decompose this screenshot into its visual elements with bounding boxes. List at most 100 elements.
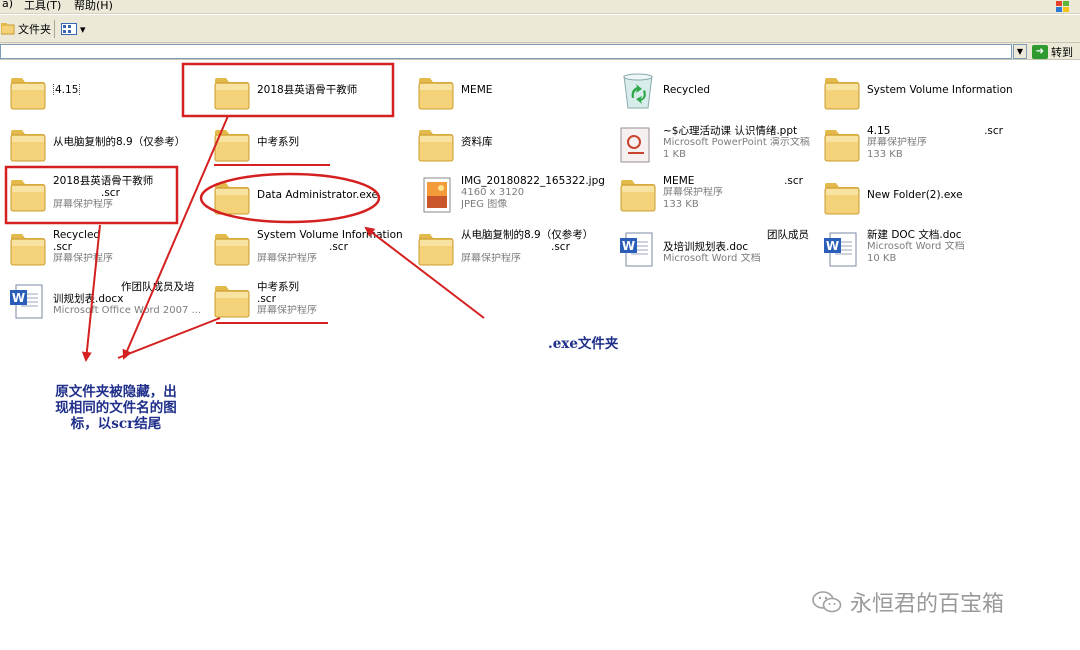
file-item-scr-zhongkao[interactable]: 中考系列 .scr 屏幕保护程序 [212,278,412,326]
file-type: JPEG 图像 [461,199,508,210]
folder-tree-icon [1,23,15,35]
file-name: 从电脑复制的8.9（仅参考） [53,136,186,148]
file-type: 屏幕保护程序 [663,187,723,198]
folder-icon [822,179,862,217]
file-name-continued: 及培训规划表.doc [663,241,749,253]
watermark-text: 永恒君的百宝箱 [850,592,1005,617]
word-doc-icon [822,230,862,268]
file-name: MEME [461,84,493,96]
hidden-note-line: 现相同的文件名的图 [55,400,177,416]
address-input[interactable] [0,44,1012,59]
folder-icon [822,126,862,164]
file-item-folder-copied[interactable]: 从电脑复制的8.9（仅参考） [8,122,208,170]
file-size: 133 KB [867,149,903,160]
file-item-doc-new[interactable]: 新建 DOC 文档.doc Microsoft Word 文档 10 KB [822,226,1022,274]
file-name: 从电脑复制的8.9（仅参考） [461,229,594,241]
menu-item-view[interactable]: a) [2,0,13,10]
folder-icon [8,230,48,268]
file-item-doc-team[interactable]: 团队成员 及培训规划表.doc Microsoft Word 文档 [618,226,818,274]
file-item-scr-copied[interactable]: 从电脑复制的8.9（仅参考） .scr 屏幕保护程序 [416,226,616,274]
view-grid-icon [61,23,77,35]
jpeg-image-icon [423,177,451,213]
file-type: 屏幕保护程序 [461,253,521,264]
folders-label: 文件夹 [18,23,51,36]
folder-icon [212,230,252,268]
file-item-scr-system-volume[interactable]: System Volume Information .scr 屏幕保护程序 [212,226,412,274]
file-item-scr-2018[interactable]: 2018县英语骨干教师 .scr 屏幕保护程序 [8,172,208,220]
file-item-folder-meme[interactable]: MEME [416,70,616,118]
file-name: 作团队成员及培 [121,281,195,293]
file-item-ppt[interactable]: ~$心理活动课 认识情绪.ppt Microsoft PowerPoint 演示… [618,122,818,170]
file-item-docx-team[interactable]: 作团队成员及培 训规划表.docx Microsoft Office Word … [8,278,208,326]
file-name: Data Administrator.exe [257,189,378,201]
file-item-folder-2018[interactable]: 2018县英语骨干教师 [212,70,412,118]
file-type: 屏幕保护程序 [257,305,317,316]
go-label: 转到 [1051,45,1073,59]
toolbar-divider [54,20,55,38]
file-extension: .scr [101,187,120,199]
file-item-scr-recycled[interactable]: Recycled .scr 屏幕保护程序 [8,226,208,274]
file-name: 4.15 [53,84,81,96]
file-item-folder-zhongkao[interactable]: 中考系列 [212,122,412,170]
file-type: 屏幕保护程序 [53,199,113,210]
file-extension: .scr [329,241,348,253]
file-name: System Volume Information [867,84,1013,96]
file-type: Microsoft Office Word 2007 ... [53,305,202,316]
file-name: 中考系列 [257,136,299,148]
windows-logo-icon [1056,1,1069,12]
file-type: 屏幕保护程序 [257,253,317,264]
menu-item-help[interactable]: 帮助(H) [74,0,113,13]
chevron-down-icon: ▼ [1016,47,1024,56]
menu-bar: a) 工具(T) 帮助(H) [0,0,1080,14]
file-name: 新建 DOC 文档.doc [867,229,962,241]
go-arrow-icon: ➜ [1032,44,1048,59]
file-name: System Volume Information [257,229,403,241]
folder-icon [618,176,658,214]
menu-item-tools[interactable]: 工具(T) [24,0,61,13]
file-name: New Folder(2).exe [867,189,963,201]
recycle-bin-icon [623,73,653,109]
views-button[interactable]: ▾ [58,19,89,39]
address-bar: ▼ ➜ 转到 [0,43,1080,60]
file-name: 资料库 [461,136,493,148]
file-name: IMG_20180822_165322.jpg [461,175,605,187]
address-dropdown-button[interactable]: ▼ [1013,44,1027,59]
file-item-folder-ziliaoku[interactable]: 资料库 [416,122,616,170]
folder-icon [212,126,252,164]
wechat-icon [812,591,842,613]
file-extension: .scr [784,175,803,187]
file-item-exe-data-administrator[interactable]: Data Administrator.exe [212,175,412,223]
folder-icon [416,230,456,268]
file-name-continued: 训规划表.docx [53,293,124,305]
hidden-folder-note: 原文件夹被隐藏，出 现相同的文件名的图 标，以scr结尾 [36,384,196,432]
file-item-folder-4-15[interactable]: 4.15 [8,70,208,118]
file-item-scr-4-15[interactable]: 4.15 .scr 屏幕保护程序 133 KB [822,122,1022,170]
file-type: 屏幕保护程序 [53,253,113,264]
file-size: 10 KB [867,253,897,264]
file-type: Microsoft Word 文档 [867,241,965,252]
folder-icon [212,74,252,112]
file-item-recycle-bin[interactable]: Recycled [618,68,818,116]
ppt-icon [620,127,650,163]
file-item-folder-system-volume[interactable]: System Volume Information [822,70,1062,118]
folder-icon [8,176,48,214]
file-name: Recycled [53,229,101,241]
folders-button[interactable]: 文件夹 [0,19,54,39]
go-button[interactable]: ➜ 转到 [1032,44,1073,59]
file-type: Microsoft PowerPoint 演示文稿 [663,137,810,148]
toolbar: 文件夹 ▾ [0,15,1080,43]
file-extension: .scr [984,125,1003,137]
file-name: 2018县英语骨干教师 [257,84,358,96]
file-size: 133 KB [663,199,699,210]
file-type: 屏幕保护程序 [867,137,927,148]
word-doc-icon [618,230,658,268]
file-name: 中考系列 [257,281,299,293]
exe-folder-note: .exe文件夹 [548,336,619,352]
file-extension: .scr [551,241,570,253]
file-name: 2018县英语骨干教师 [53,175,154,187]
folder-icon [212,282,252,320]
file-name: 4.15 [867,125,891,137]
file-item-jpg[interactable]: IMG_20180822_165322.jpg 4160 x 3120 JPEG… [416,172,616,220]
file-item-exe-new-folder[interactable]: New Folder(2).exe [822,175,1022,223]
file-item-scr-meme[interactable]: MEME .scr 屏幕保护程序 133 KB [618,172,818,220]
